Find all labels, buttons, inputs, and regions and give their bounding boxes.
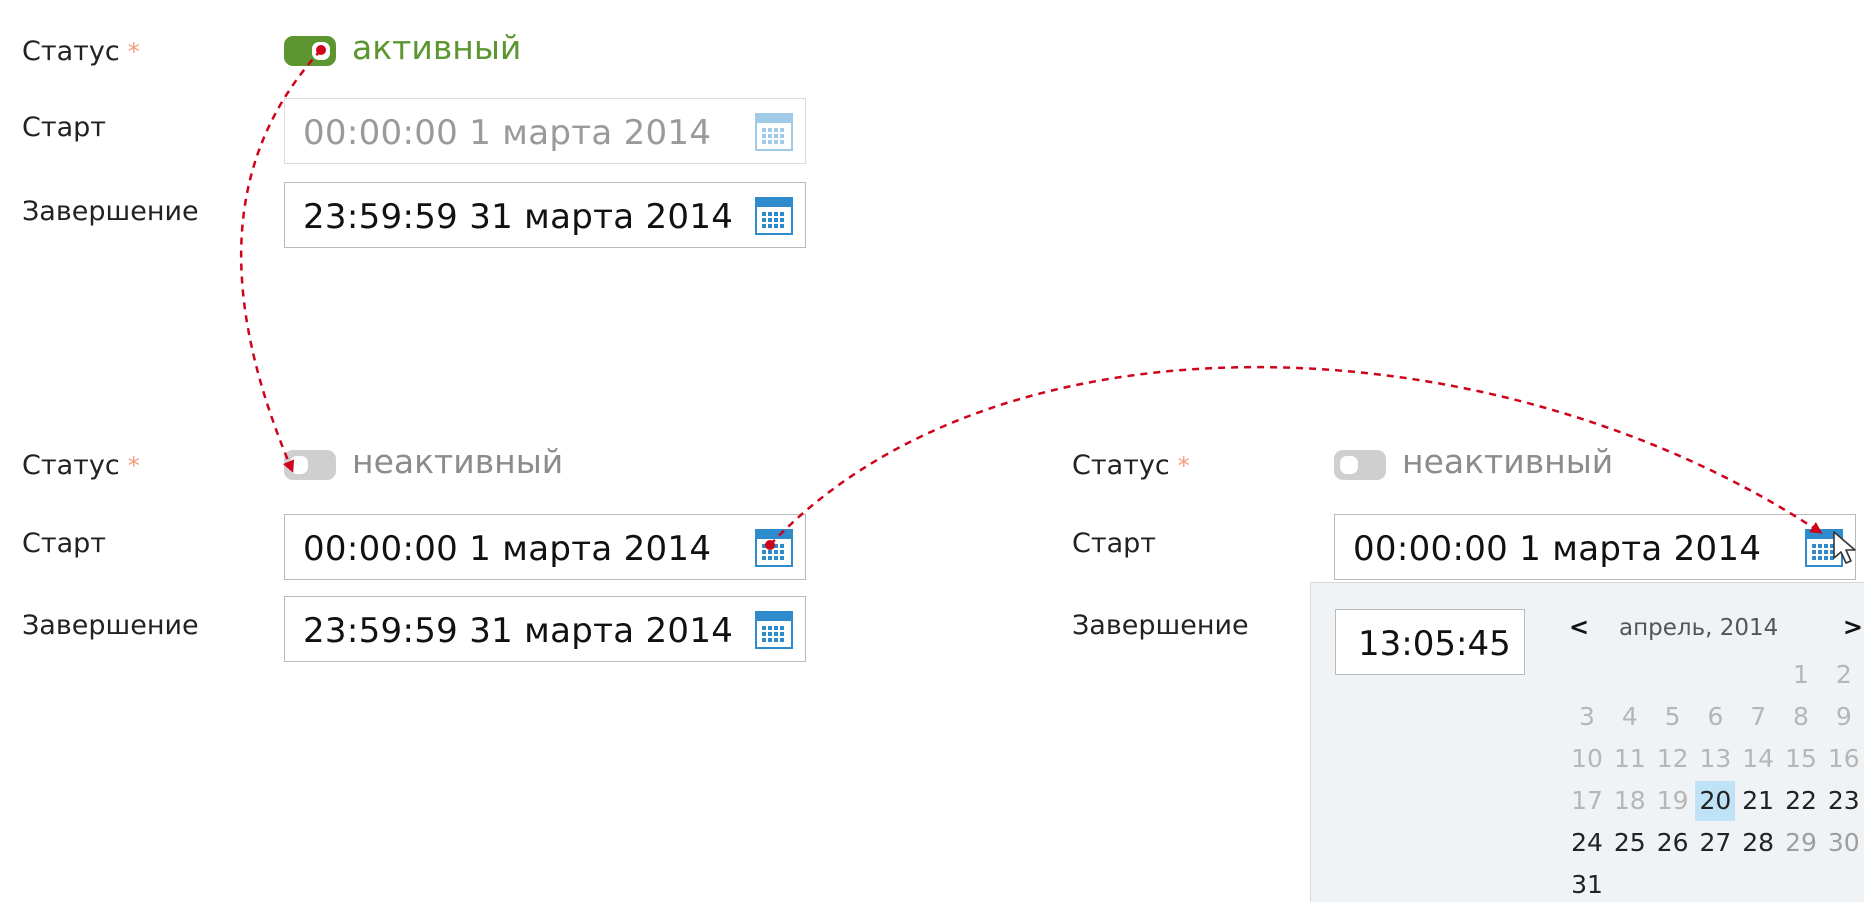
calendar-header: < апрель, 2014 > [1569,613,1863,653]
start-datetime-field[interactable]: 00:00:00 1 марта 2014 [284,514,806,580]
calendar-day: 10 [1571,744,1603,773]
calendar-icon[interactable] [755,197,793,235]
calendar-day: 12 [1656,744,1689,773]
start-value: 00:00:00 1 марта 2014 [1353,529,1762,569]
end-label: Завершение [22,610,199,641]
status-toggle[interactable] [284,36,336,66]
calendar-day[interactable]: 31 [1567,865,1607,905]
end-datetime-field[interactable]: 23:59:59 31 марта 2014 [284,596,806,662]
end-datetime-field[interactable]: 23:59:59 31 марта 2014 [284,182,806,248]
required-star: * [127,38,140,66]
end-row: Завершение 23:59:59 31 марта 2014 [22,596,842,662]
calendar-icon[interactable] [755,529,793,567]
start-datetime-field[interactable]: 00:00:00 1 марта 2014 [1334,514,1856,580]
calendar-day[interactable]: 25 [1610,823,1650,863]
month-title: апрель, 2014 [1619,615,1779,641]
start-datetime-field: 00:00:00 1 марта 2014 [284,98,806,164]
status-label: Статус * [22,450,140,481]
calendar-day: 19 [1656,786,1689,815]
end-label: Завершение [1072,610,1249,641]
calendar-day: 5 [1664,702,1681,731]
calendar-day: 18 [1613,786,1646,815]
calendar-day[interactable]: 24 [1567,823,1607,863]
next-month-button[interactable]: > [1843,613,1863,641]
calendar-day: 7 [1750,702,1767,731]
status-text: активный [352,28,522,67]
calendar-icon [755,113,793,151]
calendar-day: 8 [1793,702,1809,731]
toggle-knob [290,456,308,474]
calendar-day[interactable]: 28 [1738,823,1778,863]
required-star: * [1177,452,1190,480]
calendar-day: 6 [1707,702,1724,731]
calendar-day[interactable]: 30 [1824,823,1864,863]
calendar-day: 1 [1793,660,1809,689]
status-toggle[interactable] [1334,450,1386,480]
end-value: 23:59:59 31 марта 2014 [303,197,734,237]
calendar-day[interactable]: 26 [1653,823,1693,863]
datetime-picker-popup: 13:05:45 < апрель, 2014 > 1 2 3 4 5 6 7 8 9 10 11 1… [1310,582,1864,902]
calendar-day[interactable]: 22 [1781,781,1821,821]
calendar-day: 9 [1835,702,1852,731]
start-label: Старт [1072,528,1156,559]
status-row: Статус * активный [22,22,842,78]
end-label: Завершение [22,196,199,227]
calendar-day[interactable]: 21 [1738,781,1778,821]
status-label: Статус * [1072,450,1190,481]
calendar-day: 17 [1571,786,1603,815]
calendar-day: 2 [1835,660,1852,689]
status-text: неактивный [1402,442,1614,481]
calendar-icon[interactable] [755,611,793,649]
calendar-day: 3 [1579,702,1595,731]
end-value: 23:59:59 31 марта 2014 [303,611,734,651]
status-row: Статус * неактивный [1072,436,1864,492]
status-label: Статус * [22,36,140,67]
calendar-day: 11 [1613,744,1646,773]
toggle-knob [312,42,330,60]
calendar-day: 13 [1699,744,1732,773]
start-row: Старт 00:00:00 1 марта 2014 [1072,514,1864,580]
time-input[interactable]: 13:05:45 [1335,609,1525,675]
start-value: 00:00:00 1 марта 2014 [303,113,712,153]
calendar-day: 16 [1827,744,1860,773]
status-toggle[interactable] [284,450,336,480]
calendar-day: 15 [1785,744,1817,773]
calendar-day[interactable]: 20 [1695,781,1736,821]
required-star: * [127,452,140,480]
calendar-day: 14 [1742,744,1775,773]
start-label: Старт [22,112,106,143]
status-text: неактивный [352,442,564,481]
calendar-day[interactable]: 29 [1781,823,1821,863]
end-row: Завершение [1072,596,1312,652]
toggle-knob [1340,456,1358,474]
calendar-day[interactable]: 23 [1824,781,1864,821]
calendar-day: 4 [1621,702,1638,731]
status-row: Статус * неактивный [22,436,842,492]
end-row: Завершение 23:59:59 31 марта 2014 [22,182,842,248]
calendar-icon[interactable] [1805,529,1843,567]
start-label: Старт [22,528,106,559]
start-value: 00:00:00 1 марта 2014 [303,529,712,569]
calendar-day[interactable]: 27 [1695,823,1735,863]
start-row: Старт 00:00:00 1 марта 2014 [22,98,842,164]
start-row: Старт 00:00:00 1 марта 2014 [22,514,842,580]
prev-month-button[interactable]: < [1569,613,1589,641]
